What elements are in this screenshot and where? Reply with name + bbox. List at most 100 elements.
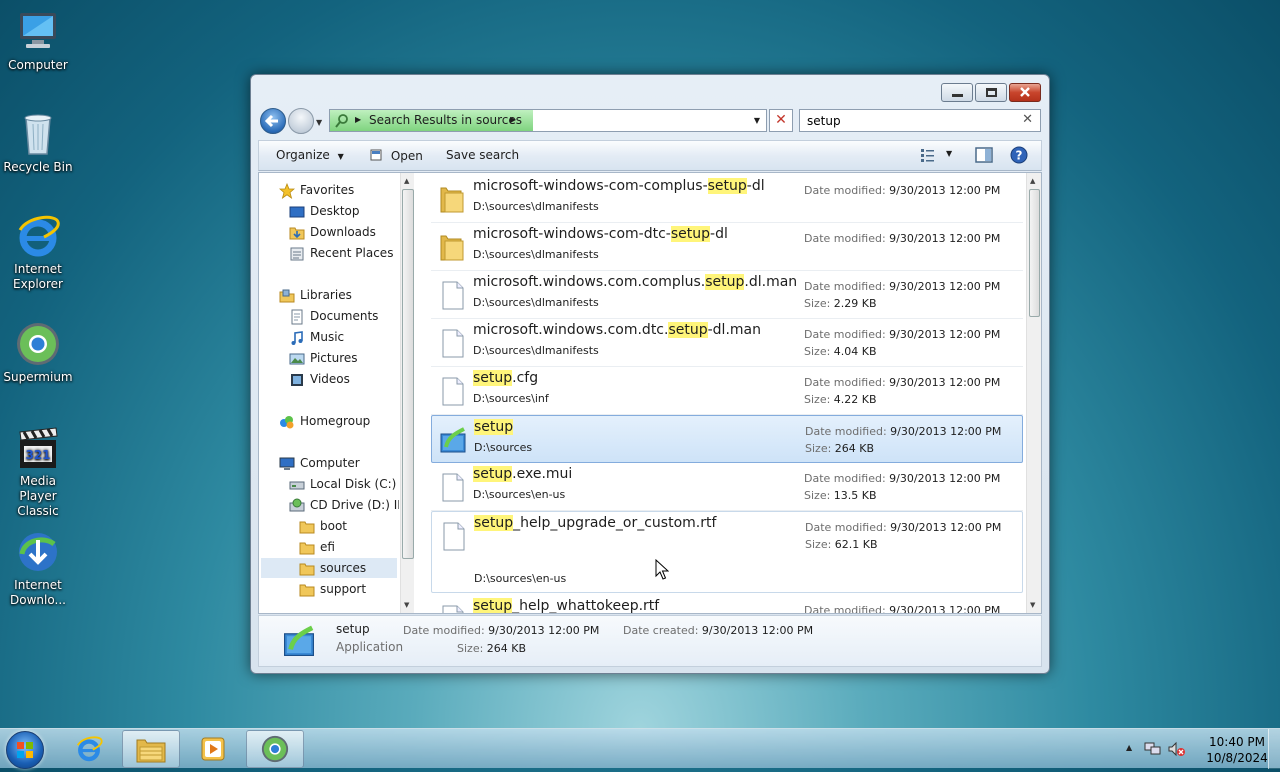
organize-button[interactable]: Organize ▼ (276, 148, 344, 162)
result-row-selected[interactable]: setup D:\sources Date modified: 9/30/201… (431, 415, 1023, 463)
stop-icon: ✕ (775, 112, 787, 128)
view-options-dropdown-icon[interactable]: ▼ (946, 149, 952, 158)
save-search-button[interactable]: Save search (446, 148, 519, 162)
supermium-icon (17, 323, 59, 365)
scroll-up-icon[interactable]: ▲ (1030, 177, 1035, 185)
nav-item-videos[interactable]: Videos (289, 369, 350, 389)
clear-search-icon[interactable]: ✕ (1022, 112, 1033, 127)
results-scrollbar[interactable]: ▲ ▼ (1026, 173, 1041, 613)
computer-icon (279, 457, 295, 470)
taskbar-supermium[interactable] (246, 730, 304, 768)
show-hidden-icons-button[interactable]: ▲ (1126, 743, 1132, 752)
file-icon (442, 329, 464, 358)
scrollbar-thumb[interactable] (402, 189, 414, 559)
taskbar-windows-explorer[interactable] (122, 730, 180, 768)
nav-item-boot[interactable]: boot (299, 516, 347, 536)
nav-item-music[interactable]: Music (289, 327, 344, 347)
scroll-up-icon[interactable]: ▲ (404, 177, 409, 185)
details-size: Size: 264 KB (457, 642, 527, 655)
desktop-icon-media-player-classic[interactable]: 321 Media Player Classic (2, 424, 74, 519)
forward-button[interactable] (288, 108, 314, 134)
show-desktop-button[interactable] (1268, 729, 1280, 769)
internet-explorer-icon (76, 736, 103, 762)
network-icon[interactable] (1144, 741, 1162, 757)
scrollbar-thumb[interactable] (1029, 189, 1040, 317)
folder-icon (299, 521, 315, 533)
command-bar: Organize ▼ Open Save search ▼ ? (258, 140, 1042, 171)
desktop-icon-internet-download-manager[interactable]: Internet Downlo... (2, 528, 74, 608)
result-row[interactable]: microsoft-windows-com-complus-setup-dl D… (431, 175, 1023, 223)
result-row[interactable]: microsoft.windows.com.complus.setup.dl.m… (431, 271, 1023, 319)
internet-explorer-icon (18, 215, 60, 257)
nav-item-label: Homegroup (300, 414, 371, 428)
open-label: Open (390, 149, 423, 163)
address-dropdown-icon[interactable]: ▼ (754, 116, 760, 125)
address-bar[interactable]: ▶ Search Results in sources ▶ ▼ (329, 109, 767, 132)
nav-item-label: Videos (310, 372, 350, 386)
nav-item-documents[interactable]: Documents (289, 306, 378, 326)
nav-item-recent-places[interactable]: Recent Places (289, 243, 393, 263)
nav-item-favorites[interactable]: Favorites (279, 180, 354, 200)
search-results-list: microsoft-windows-com-complus-setup-dl D… (429, 173, 1025, 613)
nav-item-support[interactable]: support (299, 579, 366, 599)
maximize-button[interactable] (975, 83, 1007, 102)
result-name: microsoft-windows-com-complus-setup-dl (473, 178, 765, 194)
windows-logo-icon (17, 742, 33, 758)
result-path: D:\sources\dlmanifests (473, 296, 599, 309)
recycle-bin-icon (24, 114, 52, 155)
stop-search-button[interactable]: ✕ (769, 109, 793, 132)
minimize-button[interactable] (941, 83, 973, 102)
cd-drive-icon (289, 498, 305, 511)
help-button[interactable]: ? (1010, 146, 1028, 167)
nav-item-downloads[interactable]: Downloads (289, 222, 376, 242)
recent-pages-dropdown-icon[interactable]: ▼ (316, 118, 322, 127)
taskbar-media-player[interactable] (184, 730, 242, 768)
result-row[interactable]: setup.exe.mui D:\sources\en-us Date modi… (431, 463, 1023, 511)
nav-item-homegroup[interactable]: Homegroup (279, 411, 370, 431)
desktop-icon-label: Computer (8, 58, 68, 72)
start-button[interactable] (6, 731, 44, 769)
mouse-cursor-icon (655, 559, 669, 580)
close-button[interactable] (1009, 83, 1041, 102)
nav-item-local-disk[interactable]: Local Disk (C:) (289, 474, 396, 494)
nav-item-libraries[interactable]: Libraries (279, 285, 352, 305)
change-view-button[interactable] (920, 147, 936, 166)
volume-muted-icon[interactable] (1168, 741, 1186, 757)
nav-item-label: support (320, 582, 367, 596)
search-input[interactable] (805, 111, 1015, 131)
desktop-icon-label: Internet Downlo... (10, 578, 66, 607)
nav-item-computer[interactable]: Computer (279, 453, 360, 473)
nav-item-label: Pictures (310, 351, 358, 365)
desktop-icon-internet-explorer[interactable]: Internet Explorer (2, 212, 74, 292)
desktop-folder-icon (289, 206, 305, 217)
nav-item-cd-drive[interactable]: CD Drive (D:) IR1_ (289, 495, 399, 515)
result-row[interactable]: microsoft.windows.com.dtc.setup-dl.man D… (431, 319, 1023, 367)
desktop-icon-recycle-bin[interactable]: Recycle Bin (2, 110, 74, 175)
open-button[interactable]: Open (369, 148, 423, 163)
result-row[interactable]: setup_help_whattokeep.rtf Date modified:… (431, 595, 1023, 613)
clock[interactable]: 10:40 PM 10/8/2024 (1202, 734, 1272, 766)
breadcrumb-separator-icon: ▶ (510, 115, 517, 124)
nav-item-sources[interactable]: sources (261, 558, 397, 578)
result-row[interactable]: microsoft-windows-com-dtc-setup-dl D:\so… (431, 223, 1023, 271)
result-path: D:\sources\en-us (474, 572, 567, 585)
result-date: Date modified: 9/30/2013 12:00 PM (804, 472, 1001, 485)
taskbar-internet-explorer[interactable] (60, 730, 118, 768)
nav-item-label: efi (320, 540, 335, 554)
result-size: Size: 2.29 KB (804, 297, 877, 310)
result-row-hovered[interactable]: setup_help_upgrade_or_custom.rtf D:\sour… (431, 511, 1023, 593)
back-button[interactable] (260, 108, 286, 134)
scroll-down-icon[interactable]: ▼ (1030, 601, 1035, 609)
nav-item-efi[interactable]: efi (299, 537, 335, 557)
nav-item-desktop[interactable]: Desktop (289, 201, 360, 221)
scroll-down-icon[interactable]: ▼ (404, 601, 409, 609)
desktop-icon-supermium[interactable]: Supermium (2, 320, 74, 385)
navigation-pane-scrollbar[interactable]: ▲ ▼ (400, 173, 414, 613)
downloads-folder-icon (289, 227, 305, 239)
result-row[interactable]: setup.cfg D:\sources\inf Date modified: … (431, 367, 1023, 415)
desktop-icon-computer[interactable]: Computer (2, 8, 74, 73)
nav-item-pictures[interactable]: Pictures (289, 348, 358, 368)
preview-pane-button[interactable] (975, 147, 993, 166)
maximize-icon (986, 88, 997, 97)
breadcrumb-search-results[interactable]: Search Results in sources (369, 113, 522, 127)
